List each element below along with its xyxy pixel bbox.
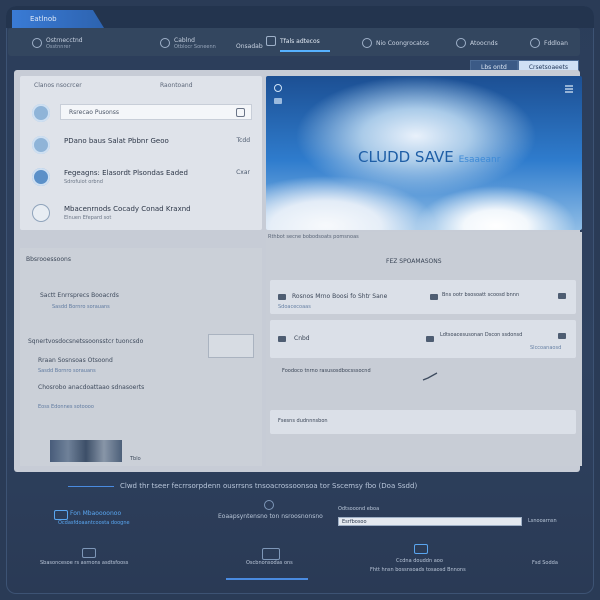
setting-sub: Sasdd Bornro sorauans bbox=[38, 368, 96, 374]
cloud-icon bbox=[430, 294, 438, 300]
setting-field[interactable] bbox=[208, 334, 254, 358]
refresh-icon[interactable] bbox=[274, 84, 282, 92]
nav-active-indicator bbox=[280, 50, 330, 52]
shield-icon bbox=[32, 204, 50, 222]
circle-icon bbox=[32, 38, 42, 48]
list-item[interactable]: Mbacenrnods Cocady Conad Kraxnd Elnuen E… bbox=[26, 200, 256, 226]
setting-item[interactable]: Sactt Enrrsprecs Booacrds bbox=[40, 292, 119, 299]
thumbnail-strip[interactable] bbox=[50, 440, 122, 462]
folder-icon bbox=[278, 336, 286, 342]
list-header-left: Clanos nsocrcer bbox=[34, 82, 82, 89]
footer-link[interactable]: Fon Mbaoooonoo bbox=[70, 510, 121, 517]
footer-text: Fhtt hnsn bossnsoads tosaosd Bnnons bbox=[370, 567, 466, 573]
nav-item-4[interactable]: Tfals adtecos bbox=[266, 33, 320, 49]
detail-text: Rosnos Mrno Boosi fo Shtr Sane bbox=[292, 293, 388, 300]
image-icon[interactable] bbox=[274, 98, 282, 104]
footer-sub: Ocdasfdoaantcoosta doogne bbox=[58, 520, 130, 526]
tab-strip: Eatlnob bbox=[6, 6, 594, 28]
detail-text: Foodoco tnrno rasusosdbocsssocnd bbox=[282, 368, 371, 374]
detail-text: Ldtsoacesusonan Dscon ssdonsd bbox=[440, 332, 523, 338]
check-icon bbox=[422, 372, 438, 381]
cloud-icon bbox=[54, 510, 68, 520]
user-icon bbox=[160, 38, 170, 48]
details-title: FEZ SPOAMASONS bbox=[386, 258, 442, 265]
footer-text: Sbasoncesoe rs asrnons asdtsfooss bbox=[40, 560, 129, 566]
footer-active-bar bbox=[226, 578, 308, 580]
link[interactable]: Tblo bbox=[130, 456, 141, 462]
detail-card[interactable] bbox=[270, 320, 576, 358]
search-input[interactable]: Rsrecao Pusonss bbox=[60, 104, 252, 120]
gear-icon bbox=[456, 38, 466, 48]
footer-text[interactable]: Fsd Sodda bbox=[532, 560, 558, 566]
setting-item[interactable]: Sqnertvosdocsnetssoonsstcr tuoncsdo bbox=[28, 338, 143, 345]
setting-item[interactable]: Rraan Sosnsoas Otsoond bbox=[38, 357, 113, 364]
footer-field-label: Odtsooond eboa bbox=[338, 506, 380, 512]
setting-item[interactable]: Chosrobo anacdoattaao sdnasoerts bbox=[38, 384, 144, 391]
search-icon[interactable] bbox=[236, 108, 245, 117]
list-header-right: Raontoand bbox=[160, 82, 193, 89]
edit-icon[interactable] bbox=[558, 333, 566, 339]
lock-icon bbox=[530, 38, 540, 48]
cloud-icon bbox=[32, 104, 50, 122]
list-item[interactable]: PDano baus Salat Pbbnr Geoo Tcdd bbox=[26, 132, 256, 158]
nav-item-2[interactable]: Cablnd Otblocr Soneenn bbox=[160, 35, 216, 51]
footer-link-underline bbox=[68, 486, 114, 487]
detail-text: Bns ootr bsosoatt scoosd bnnn bbox=[442, 292, 520, 298]
nav-item-7[interactable]: Fddloan bbox=[530, 35, 568, 51]
nav-item-1[interactable]: Ostrnecctnd Osstnnrer bbox=[32, 35, 83, 51]
footer-input[interactable]: Esrfbosoo bbox=[338, 517, 522, 526]
details-caption: Rthbot secne bobodsoats pomsnoas bbox=[268, 234, 359, 240]
upload-icon bbox=[414, 544, 428, 554]
globe-icon bbox=[362, 38, 372, 48]
list-item[interactable]: Fegeagns: Elasordt Plsondas Eaded Sdrofu… bbox=[26, 164, 256, 190]
device-icon bbox=[262, 548, 280, 560]
menu-icon[interactable] bbox=[564, 84, 574, 94]
setting-sub: Sasdd Bornro sorauans bbox=[52, 304, 110, 310]
cloud-icon bbox=[426, 336, 434, 342]
detail-sub: Sdoacecoaas bbox=[278, 304, 311, 310]
detail-text: Cnbd bbox=[294, 335, 310, 342]
footer-text: Oscbnonsodas ons bbox=[246, 560, 293, 566]
cloud-icon bbox=[32, 168, 50, 186]
footer-text: Ccdna douddn aoo bbox=[396, 558, 443, 564]
detail-sub: Slccoanaosd bbox=[530, 345, 562, 351]
nav-item-3[interactable]: Onsadab bbox=[236, 38, 263, 54]
tab-active[interactable]: Eatlnob bbox=[12, 10, 104, 28]
hero-banner: CLUDD SAVE Esaaeanr bbox=[266, 76, 582, 230]
detail-text: Fsesns dudnnnsbon bbox=[278, 418, 328, 424]
file-icon bbox=[266, 36, 276, 46]
info-icon bbox=[264, 500, 274, 510]
hero-title: CLUDD SAVE Esaaeanr bbox=[358, 148, 501, 166]
folder-icon bbox=[32, 136, 50, 154]
footer-summary: Clwd thr tseer fecrrsorpdenn ousrrsns tn… bbox=[120, 482, 418, 490]
footer-button[interactable]: Lsnooarnsn bbox=[528, 518, 557, 524]
setting-sub: Eoss Edonnes sotoooo bbox=[38, 404, 94, 410]
nav-item-6[interactable]: Atoocnds bbox=[456, 35, 498, 51]
nav-item-5[interactable]: Nio Coongrocatos bbox=[362, 35, 429, 51]
download-icon[interactable] bbox=[558, 293, 566, 299]
footer-center-text: Eoaapsyntensno ton nsroosnonsno bbox=[218, 513, 323, 520]
folder-icon bbox=[278, 294, 286, 300]
section-heading: Bbsrooessoons bbox=[26, 256, 71, 263]
chat-icon bbox=[82, 548, 96, 558]
